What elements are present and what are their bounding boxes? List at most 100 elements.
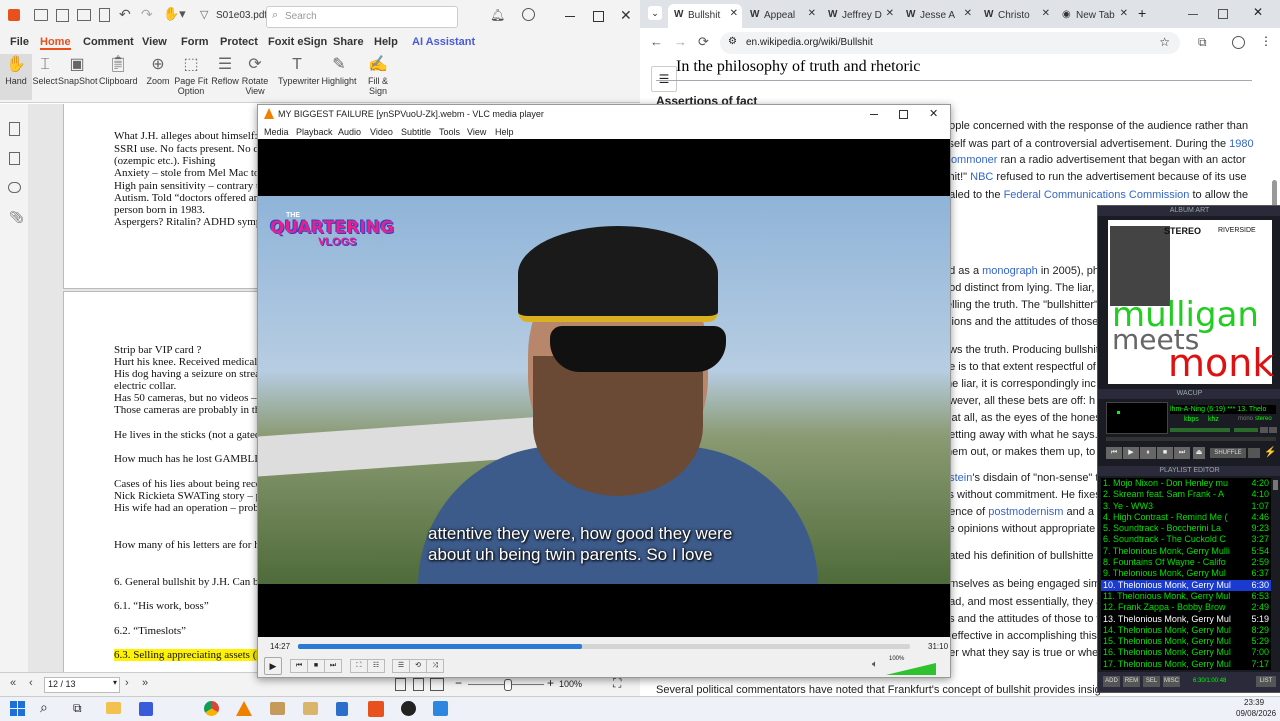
rotate-view-button[interactable]: ⟳ Rotate View bbox=[236, 54, 274, 100]
attachment-icon[interactable]: 📎︎ bbox=[9, 210, 24, 224]
first-page-icon[interactable]: « bbox=[10, 677, 16, 689]
snapshot-button[interactable]: ▣ SnapShot bbox=[58, 54, 98, 100]
pl-misc-button[interactable]: MISC bbox=[1163, 676, 1180, 687]
playlist-item[interactable]: 11. Thelonious Monk, Gerry Mul 6:53 bbox=[1101, 591, 1271, 602]
fullscreen-icon[interactable]: ⛶ bbox=[613, 676, 621, 691]
zoom-out-icon[interactable]: − bbox=[455, 676, 462, 690]
playlist-item[interactable]: 16. Thelonious Monk, Gerry Mul 7:00 bbox=[1101, 647, 1271, 658]
zoom-level[interactable]: 100% bbox=[559, 679, 582, 689]
bell-icon[interactable]: 🔔︎ bbox=[490, 8, 505, 22]
facing-page-icon[interactable] bbox=[430, 678, 444, 691]
menu-comment[interactable]: Comment bbox=[83, 36, 134, 48]
previous-button[interactable]: ⏮ bbox=[290, 659, 308, 673]
close-button[interactable]: ✕ bbox=[1253, 5, 1263, 19]
toc-toggle-icon[interactable]: ☰ bbox=[651, 66, 677, 92]
redo-icon[interactable]: ↷ bbox=[141, 6, 153, 23]
next-page-icon[interactable]: › bbox=[125, 677, 129, 689]
zoom-in-icon[interactable]: + bbox=[547, 676, 554, 690]
shuffle-button[interactable]: SHUFFLE bbox=[1210, 448, 1246, 458]
maximize-button[interactable] bbox=[593, 11, 604, 22]
balance-slider[interactable] bbox=[1234, 428, 1258, 432]
vlc-taskbar-icon[interactable] bbox=[236, 701, 252, 716]
pl-list-button[interactable]: LIST bbox=[1256, 676, 1276, 687]
tab-christo[interactable]: W Christo ✕ bbox=[978, 4, 1054, 28]
wiki-link[interactable]: monograph bbox=[982, 265, 1038, 277]
prev-page-icon[interactable]: ‹ bbox=[29, 677, 33, 689]
print-icon[interactable] bbox=[77, 9, 91, 21]
maximize-button[interactable] bbox=[1218, 9, 1228, 19]
wiki-link[interactable]: Commoner bbox=[943, 154, 997, 166]
typewriter-button[interactable]: T Typewriter bbox=[278, 54, 320, 100]
pl-rem-button[interactable]: REM bbox=[1123, 676, 1140, 687]
maximize-button[interactable] bbox=[899, 110, 908, 119]
playlist-button[interactable]: ☰ bbox=[392, 659, 410, 673]
hand-tool-quick-icon[interactable]: ✋▾ bbox=[163, 6, 186, 22]
zoom-slider-thumb[interactable] bbox=[504, 679, 512, 691]
page-number-input[interactable]: 12 / 13 ▾ bbox=[44, 677, 120, 693]
playlist-item[interactable]: 3. Ye - WW3 1:07 bbox=[1101, 501, 1271, 512]
minimize-button[interactable] bbox=[565, 16, 575, 17]
tab-bullshit[interactable]: W Bullshit ✕ bbox=[668, 4, 742, 28]
play-button[interactable]: ▶ bbox=[1123, 447, 1139, 459]
volume-slider[interactable] bbox=[886, 663, 936, 675]
wiki-link[interactable]: 1980 bbox=[1229, 138, 1253, 150]
menu-protect[interactable]: Protect bbox=[220, 36, 258, 48]
seek-bar[interactable] bbox=[298, 644, 910, 649]
save-icon[interactable] bbox=[56, 9, 69, 22]
foxit-taskbar-icon[interactable] bbox=[368, 701, 384, 717]
wiki-link[interactable]: postmodernism bbox=[988, 506, 1063, 518]
playlist-item[interactable]: 2. Skream feat. Sam Frank - A 4:10 bbox=[1101, 489, 1271, 500]
speaker-icon[interactable]: 🔈︎ bbox=[872, 659, 878, 670]
next-button[interactable]: ⏭ bbox=[324, 659, 342, 673]
app-icon-11[interactable] bbox=[433, 701, 448, 716]
menu-playback[interactable]: Playback bbox=[296, 127, 333, 137]
playlist-item[interactable]: 8. Fountains Of Wayne - Califo 2:59 bbox=[1101, 557, 1271, 568]
clock-time[interactable]: 23:39 bbox=[1244, 698, 1264, 707]
menu-video[interactable]: Video bbox=[370, 127, 393, 137]
playlist-item[interactable]: 10. Thelonious Monk, Gerry Mul 6:30 bbox=[1101, 579, 1271, 591]
wiki-link[interactable]: Federal Communications Commission bbox=[1004, 189, 1190, 201]
pl-button[interactable] bbox=[1269, 427, 1277, 433]
eq-button[interactable] bbox=[1260, 427, 1268, 433]
forward-icon[interactable]: → bbox=[674, 34, 687, 49]
wiki-link[interactable]: NBC bbox=[970, 171, 993, 183]
new-tab-button[interactable]: + bbox=[1138, 5, 1146, 21]
menu-home[interactable]: Home bbox=[40, 36, 71, 50]
pages-icon[interactable] bbox=[9, 152, 20, 165]
playlist-item[interactable]: 13. Thelonious Monk, Gerry Mul 5:19 bbox=[1101, 614, 1271, 625]
close-button[interactable]: ✕ bbox=[620, 7, 632, 24]
minimize-button[interactable] bbox=[1188, 14, 1198, 15]
volume-slider[interactable] bbox=[1170, 428, 1230, 432]
menu-help[interactable]: Help bbox=[374, 36, 398, 48]
site-info-icon[interactable]: ⚙ bbox=[728, 36, 737, 47]
extended-settings-button[interactable]: ☷ bbox=[367, 659, 385, 673]
tab-appeal[interactable]: W Appeal ✕ bbox=[744, 4, 820, 28]
playlist-item[interactable]: 1. Mojo Nixon - Don Henley mu 4:20 bbox=[1101, 478, 1271, 489]
menu-media[interactable]: Media bbox=[264, 127, 289, 137]
close-tab-icon[interactable]: ✕ bbox=[1120, 8, 1128, 19]
menu-view[interactable]: View bbox=[142, 36, 167, 48]
video-area[interactable]: THE QUARTERING VLOGS attentive they were… bbox=[258, 139, 950, 637]
playlist-item[interactable]: 9. Thelonious Monk, Gerry Mul 6:37 bbox=[1101, 568, 1271, 579]
open-file-icon[interactable] bbox=[34, 9, 48, 21]
playlist-item[interactable]: 4. High Contrast - Remind Me (4:46 bbox=[1101, 512, 1271, 523]
seek-bar[interactable] bbox=[1106, 437, 1276, 441]
bookmark-star-icon[interactable]: ☆ bbox=[1159, 35, 1170, 49]
pl-sel-button[interactable]: SEL bbox=[1143, 676, 1160, 687]
repeat-button[interactable] bbox=[1248, 448, 1260, 458]
menu-view[interactable]: View bbox=[467, 127, 486, 137]
search-icon[interactable]: ⌕ bbox=[40, 699, 48, 716]
clipboard-button[interactable]: 📋︎ Clipboard bbox=[99, 54, 138, 100]
prev-track-button[interactable]: ⏮ bbox=[1106, 447, 1122, 459]
play-button[interactable]: ▶ bbox=[264, 657, 282, 675]
menu-foxit-esign[interactable]: Foxit eSign bbox=[268, 36, 327, 48]
menu-file[interactable]: File bbox=[10, 36, 29, 48]
continuous-page-icon[interactable] bbox=[413, 678, 424, 691]
new-file-icon[interactable] bbox=[99, 8, 110, 22]
task-view-icon[interactable]: ⧉ bbox=[73, 701, 82, 716]
playlist-item[interactable]: 15. Thelonious Monk, Gerry Mul 5:29 bbox=[1101, 636, 1271, 647]
playlist-item[interactable]: 7. Thelonious Monk, Gerry Mulli 5:54 bbox=[1101, 546, 1271, 557]
menu-help[interactable]: Help bbox=[495, 127, 514, 137]
address-bar[interactable]: ⚙ en.wikipedia.org/wiki/Bullshit ☆ bbox=[720, 32, 1180, 54]
menu-tools[interactable]: Tools bbox=[439, 127, 460, 137]
